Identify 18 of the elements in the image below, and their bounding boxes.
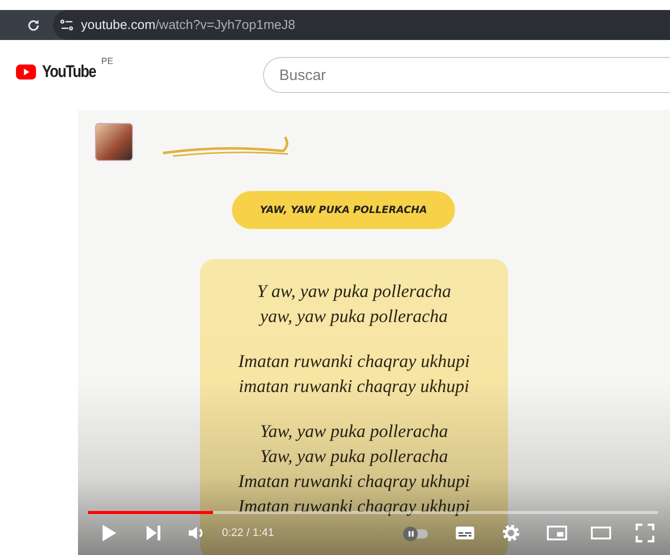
- lyric-line: Yaw, yaw puka polleracha: [260, 445, 448, 468]
- lyric-line: imatan ruwanki chaqray ukhupi: [238, 375, 470, 398]
- fullscreen-button[interactable]: [634, 522, 656, 544]
- lyric-line: Imatan ruwanki chaqray ukhupi: [238, 495, 470, 518]
- lyric-line: Imatan ruwanki chaqray ukhupi: [238, 470, 470, 493]
- search-field[interactable]: Buscar: [263, 57, 670, 93]
- reload-icon[interactable]: [26, 18, 41, 32]
- lyric-line: yaw, yaw puka polleracha: [260, 305, 448, 328]
- photo-placeholder: [95, 123, 133, 161]
- lyric-line: Imatan ruwanki chaqray ukhupi: [238, 350, 470, 373]
- time-display: 0:22 / 1:41: [222, 526, 274, 541]
- site-info-icon[interactable]: [59, 17, 75, 33]
- title-banner: YAW, YAW PUKA POLLERACHA: [232, 191, 455, 229]
- lyric-line: Yaw, yaw puka polleracha: [260, 420, 448, 443]
- country-code: PE: [101, 55, 114, 68]
- logo-text[interactable]: YouTube: [42, 59, 96, 85]
- lyric-line: Y aw, yaw puka polleracha: [256, 280, 452, 303]
- settings-button[interactable]: [500, 522, 522, 544]
